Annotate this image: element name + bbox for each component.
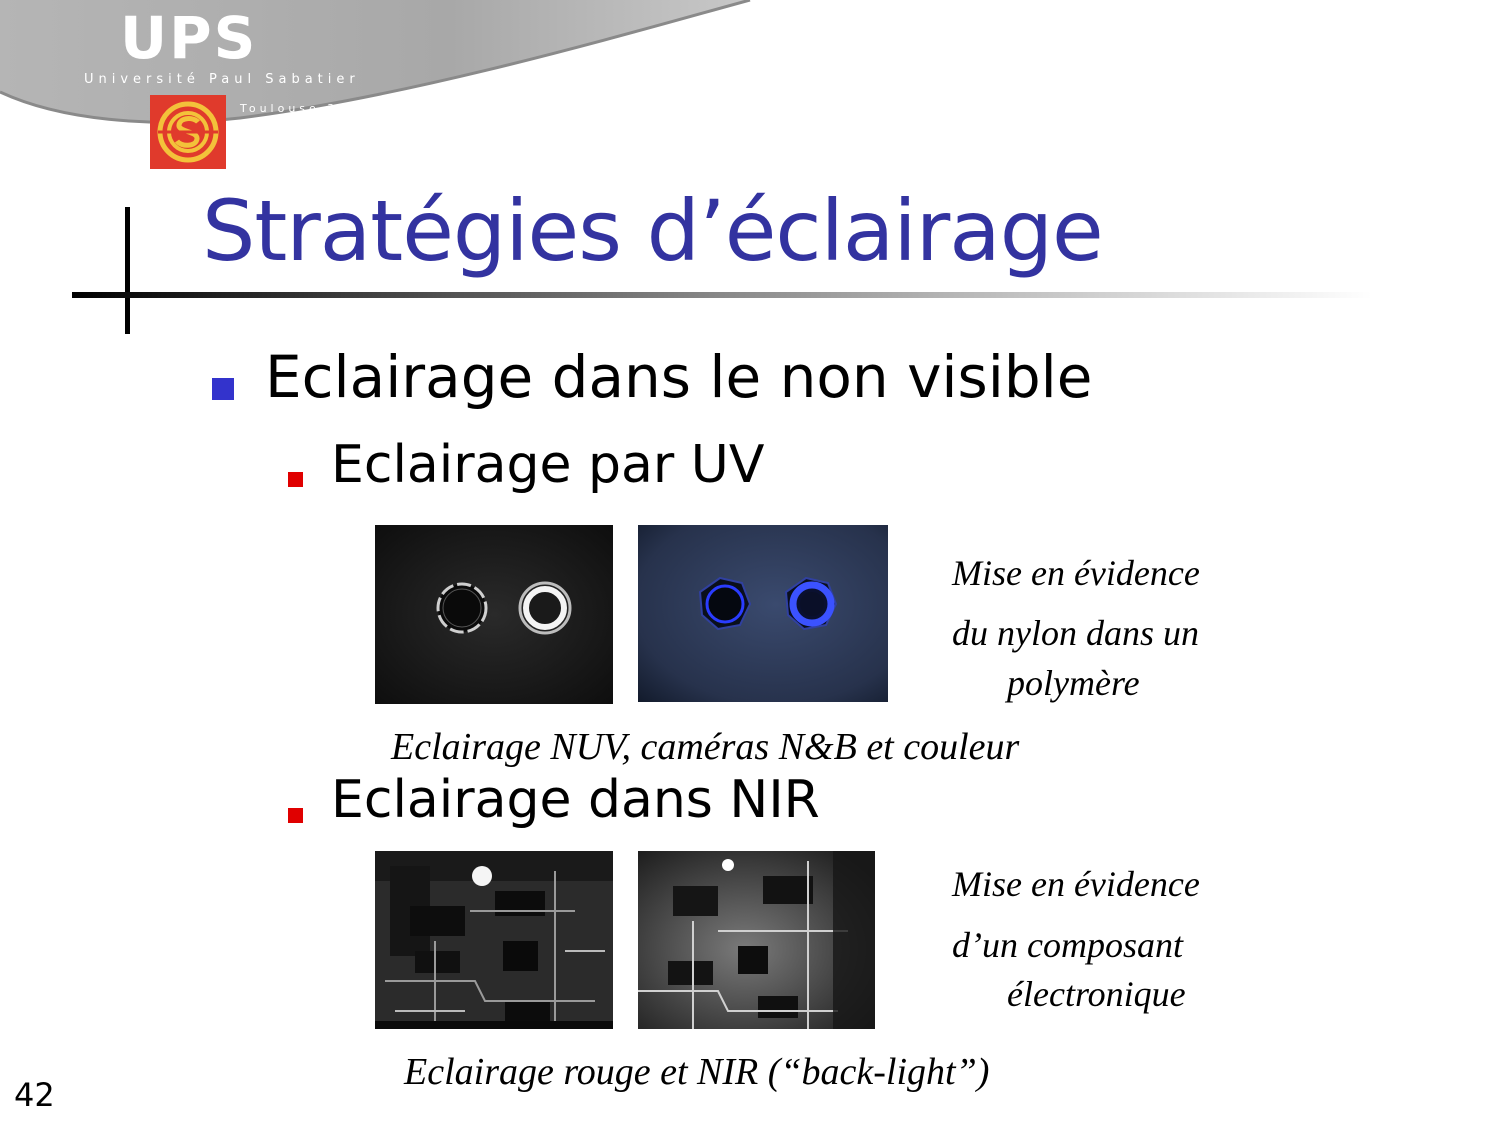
sub-bullet-marker: [288, 472, 303, 487]
uv-side-caption-line-2: du nylon dans un: [952, 613, 1199, 653]
header-banner: [0, 0, 751, 124]
sub-bullet-marker: [288, 808, 303, 823]
title-vertical-rule: [125, 207, 130, 334]
uv-color-camera-photo: [638, 525, 888, 702]
nir-image-caption: Eclairage rouge et NIR (“back-light”): [404, 1051, 990, 1093]
logo-university-name: Université Paul Sabatier: [84, 72, 360, 87]
uv-side-caption-line-1: Mise en évidence: [952, 553, 1200, 593]
slide-title: Stratégies d’éclairage: [202, 182, 1104, 280]
logo-acronym: UPS: [120, 4, 258, 72]
nir-red-light-photo: [375, 851, 613, 1029]
nir-side-caption-line-2: d’un composant: [952, 925, 1183, 965]
bullet-text: Eclairage dans le non visible: [265, 343, 1093, 411]
logo-city: Toulouse 3: [240, 102, 339, 115]
bullet-marker: [212, 378, 234, 400]
nir-side-caption-line-3: électronique: [1007, 974, 1186, 1014]
nir-side-caption-line-1: Mise en évidence: [952, 864, 1200, 904]
uv-image-caption: Eclairage NUV, caméras N&B et couleur: [391, 726, 1020, 768]
university-emblem-icon: [150, 95, 226, 169]
uv-side-caption-line-3: polymère: [1007, 663, 1140, 703]
page-number: 42: [14, 1076, 55, 1114]
sub-bullet-nir: Eclairage dans NIR: [331, 770, 820, 830]
sub-bullet-uv: Eclairage par UV: [331, 435, 765, 495]
title-horizontal-rule: [72, 292, 1372, 298]
uv-mono-camera-photo: [375, 525, 613, 704]
nir-back-light-photo: [638, 851, 875, 1029]
